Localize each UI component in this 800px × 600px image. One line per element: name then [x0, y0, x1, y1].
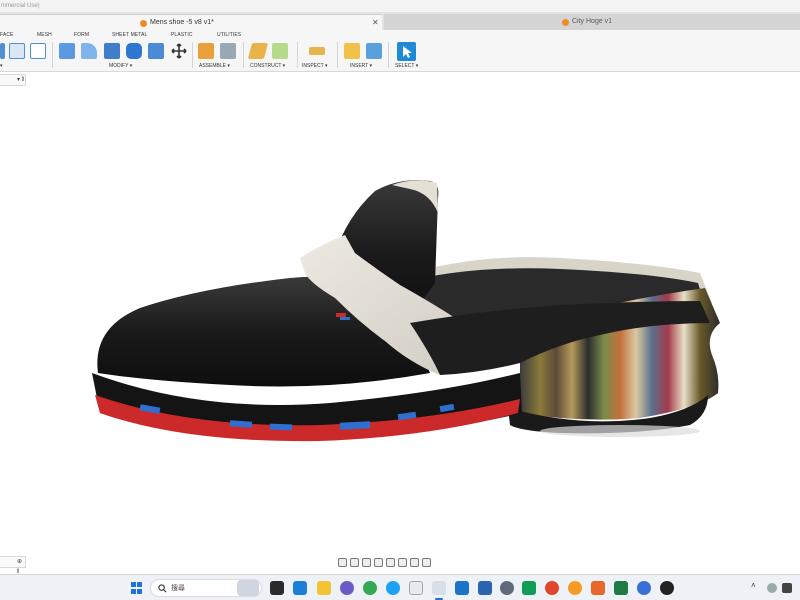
shadow — [540, 425, 700, 437]
gear-icon[interactable] — [500, 581, 514, 595]
workspace-tab-utilities[interactable]: UTILITIES — [217, 32, 241, 38]
document-tab-bar: Mens shoe -5 v8 v1* ✕ City Hoge v1 — [0, 12, 800, 30]
select-dropdown[interactable]: SELECT ▾ — [395, 63, 418, 69]
toolbar-separator — [337, 42, 338, 68]
window-title-bar: mmercial Use) — [0, 0, 800, 12]
widgets-icon[interactable] — [293, 581, 307, 595]
inspect-dropdown[interactable]: INSPECT ▾ — [302, 63, 327, 69]
combine-icon[interactable] — [148, 43, 164, 59]
move-icon[interactable] — [171, 43, 187, 59]
timeline-panel-collapsed[interactable]: ⊕ ‖ — [0, 556, 26, 575]
shoe-model[interactable] — [92, 180, 720, 442]
insert-dropdown[interactable]: INSERT ▾ — [350, 63, 372, 69]
select-tool-icon[interactable] — [397, 42, 416, 61]
volume-icon[interactable] — [782, 583, 792, 593]
toolbar-separator — [243, 42, 244, 68]
snipping-tool-icon[interactable] — [409, 581, 423, 595]
construct-dropdown[interactable]: CONSTRUCT ▾ — [250, 63, 285, 69]
midplane-icon[interactable] — [272, 43, 288, 59]
app-red-icon[interactable] — [545, 581, 559, 595]
strap-tab-blue — [340, 317, 350, 320]
fusion-taskbar-icon[interactable] — [432, 581, 446, 595]
edge-icon[interactable] — [386, 581, 400, 595]
app-orange-icon[interactable] — [568, 581, 582, 595]
file-explorer-icon[interactable] — [317, 581, 331, 595]
chrome-icon[interactable] — [363, 581, 377, 595]
app-dark-icon[interactable] — [660, 581, 674, 595]
powerpoint-icon[interactable] — [591, 581, 605, 595]
toolbar-separator — [192, 42, 193, 68]
maps-icon[interactable] — [522, 581, 536, 595]
press-pull-icon[interactable] — [59, 43, 75, 59]
workspace-tab-form[interactable]: FORM — [74, 32, 89, 38]
viewport-canvas[interactable] — [0, 73, 800, 573]
modify-dropdown[interactable]: MODIFY ▾ — [109, 63, 132, 69]
document-tab-label: Mens shoe -5 v8 v1* — [150, 19, 214, 26]
insert-canvas-icon[interactable] — [366, 43, 382, 59]
document-tab-active[interactable]: Mens shoe -5 v8 v1* ✕ — [0, 14, 382, 30]
excel-icon[interactable] — [614, 581, 628, 595]
shell-icon[interactable] — [126, 43, 142, 59]
start-button-icon[interactable] — [131, 582, 143, 594]
toolbar-separator — [52, 42, 53, 68]
workspace-tab-mesh[interactable]: MESH — [37, 32, 52, 38]
workspace-tab-sheet-metal[interactable]: SHEET METAL — [112, 32, 147, 38]
create-dropdown[interactable]: ▾ — [0, 63, 3, 69]
measure-icon[interactable] — [309, 47, 325, 55]
fit-icon[interactable] — [386, 557, 395, 567]
outlook-icon[interactable] — [455, 581, 469, 595]
viewports-icon[interactable] — [422, 557, 431, 567]
offset-plane-icon[interactable] — [247, 43, 269, 59]
task-view-icon[interactable] — [270, 581, 284, 595]
taskbar-search[interactable]: 搜尋 — [150, 579, 262, 597]
search-placeholder: 搜尋 — [171, 585, 185, 592]
fusion-logo-icon — [140, 19, 147, 27]
windows-taskbar: 搜尋 ˄ — [0, 574, 800, 600]
workspace-tab-surface[interactable]: FACE — [0, 32, 13, 38]
fusion-logo-icon — [562, 18, 569, 26]
chevron-up-icon[interactable]: ˄ — [751, 581, 756, 590]
new-component-icon[interactable] — [198, 43, 214, 59]
insert-derive-icon[interactable] — [344, 43, 360, 59]
document-tab-inactive[interactable]: City Hoge v1 — [384, 14, 800, 30]
close-tab-icon[interactable]: ✕ — [372, 15, 379, 31]
look-at-icon[interactable] — [350, 557, 359, 567]
document-tab-label: City Hoge v1 — [572, 18, 613, 25]
display-settings-icon[interactable] — [398, 557, 407, 567]
assemble-dropdown[interactable]: ASSEMBLE ▾ — [199, 63, 230, 69]
offset-tool-icon[interactable] — [30, 43, 46, 59]
fillet-tool-icon[interactable] — [9, 43, 25, 59]
pan-icon[interactable] — [362, 557, 371, 567]
toolbar-separator — [388, 42, 389, 68]
strap-tab-red — [336, 313, 346, 317]
network-icon[interactable] — [767, 583, 777, 593]
zoom-icon[interactable] — [374, 557, 383, 567]
joint-icon[interactable] — [220, 43, 236, 59]
fillet-icon[interactable] — [81, 43, 97, 59]
chamfer-icon[interactable] — [104, 43, 120, 59]
photos-icon[interactable] — [478, 581, 492, 595]
settings-app-icon[interactable] — [340, 581, 354, 595]
window-title: mmercial Use) — [1, 3, 40, 9]
ribbon-toolbar: FACE MESH FORM SHEET METAL PLASTIC UTILI… — [0, 30, 800, 72]
workspace-tab-plastic[interactable]: PLASTIC — [171, 32, 193, 38]
app-blue-icon[interactable] — [637, 581, 651, 595]
extrude-tool-icon[interactable] — [0, 43, 5, 59]
search-highlight-icon — [237, 580, 259, 596]
search-icon — [158, 584, 167, 593]
grid-settings-icon[interactable] — [410, 557, 419, 567]
orbit-icon[interactable] — [338, 557, 347, 567]
toolbar-separator — [297, 42, 298, 68]
viewport-navigation-bar — [338, 556, 431, 568]
